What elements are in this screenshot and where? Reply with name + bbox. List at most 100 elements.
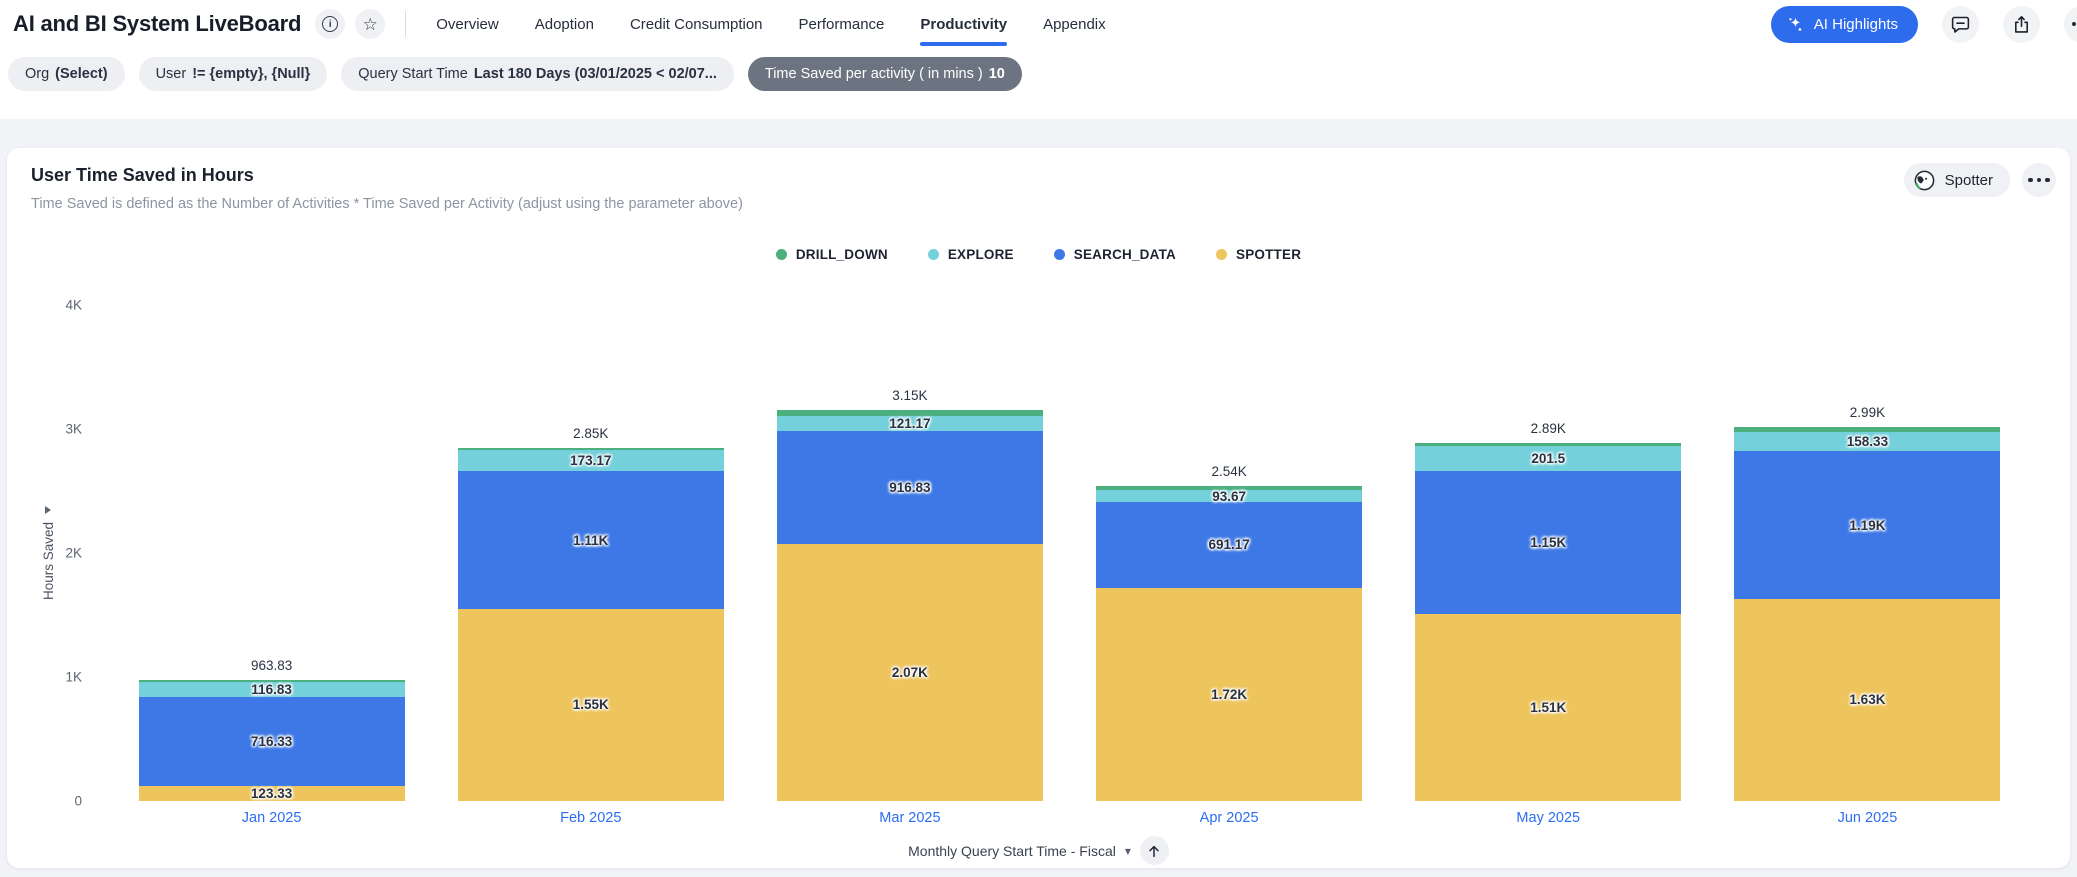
bar-group: 3.15K 121.17916.832.07K xyxy=(750,305,1069,801)
x-axis-label[interactable]: Jun 2025 xyxy=(1708,810,2027,826)
legend-item-drill-down[interactable]: DRILL_DOWN xyxy=(776,247,888,262)
y-tick: 2K xyxy=(27,546,82,561)
bar-group: 2.89K 201.5 1.15K1.51K xyxy=(1389,305,1708,801)
bar-segment-search_data[interactable]: 916.83 xyxy=(777,431,1043,545)
legend-item-search-data[interactable]: SEARCH_DATA xyxy=(1054,247,1176,262)
more-options-button[interactable] xyxy=(2064,6,2077,43)
liveboard-tabs: Overview Adoption Credit Consumption Per… xyxy=(436,0,1105,48)
chip-label: Time Saved per activity ( in mins ) xyxy=(765,66,983,82)
legend-item-spotter[interactable]: SPOTTER xyxy=(1216,247,1301,262)
filter-chip-org[interactable]: Org (Select) xyxy=(8,57,125,91)
bar-segment-label: 716.33 xyxy=(251,734,292,749)
page-content: User Time Saved in Hours Time Saved is d… xyxy=(0,119,2077,877)
bar-segment-explore[interactable]: 158.33 xyxy=(1734,432,2000,452)
share-button[interactable] xyxy=(2003,6,2040,43)
tab-appendix[interactable]: Appendix xyxy=(1043,0,1106,48)
tab-productivity[interactable]: Productivity xyxy=(920,0,1007,48)
bar-segment-label: 691.17 xyxy=(1208,537,1249,552)
bar-segment-search_data[interactable]: 1.15K xyxy=(1415,471,1681,614)
ai-highlights-button[interactable]: AI Highlights xyxy=(1771,6,1918,43)
legend-label: EXPLORE xyxy=(948,247,1014,262)
sort-ascending-button[interactable] xyxy=(1140,836,1169,865)
x-axis-label[interactable]: Feb 2025 xyxy=(431,810,750,826)
chip-value: Last 180 Days (03/01/2025 < 02/07... xyxy=(474,66,717,82)
spotter-label: Spotter xyxy=(1945,172,1993,189)
bar-segment-explore[interactable]: 201.5 xyxy=(1415,446,1681,471)
spotter-button[interactable]: Spotter xyxy=(1904,163,2010,197)
bar-segment-label: 173.17 xyxy=(570,453,611,468)
chip-label: Org xyxy=(25,66,49,82)
bar-segment-explore[interactable]: 93.67 xyxy=(1096,490,1362,502)
x-axis-control-label[interactable]: Monthly Query Start Time - Fiscal xyxy=(908,843,1116,859)
bar-segment-spotter[interactable]: 123.33 xyxy=(139,786,405,801)
favorite-button[interactable]: ☆ xyxy=(355,9,385,39)
parameter-chip-time-saved[interactable]: Time Saved per activity ( in mins ) 10 xyxy=(748,57,1022,91)
x-axis-label[interactable]: Jan 2025 xyxy=(112,810,431,826)
y-tick: 3K xyxy=(27,422,82,437)
bar-segment-search_data[interactable]: 1.19K xyxy=(1734,451,2000,599)
bar-total-label: 963.83 xyxy=(251,658,292,673)
bar-total-label: 2.85K xyxy=(573,426,608,441)
x-axis-label[interactable]: Mar 2025 xyxy=(750,810,1069,826)
comment-icon xyxy=(1950,14,1971,35)
legend-dot xyxy=(1054,249,1065,260)
share-icon xyxy=(2011,14,2032,35)
top-bar: AI and BI System LiveBoard i ☆ Overview … xyxy=(0,0,2077,48)
bar-total-label: 2.99K xyxy=(1850,405,1885,420)
filter-bar: Org (Select) User != {empty}, {Null} Que… xyxy=(0,48,2077,119)
chart-card: User Time Saved in Hours Time Saved is d… xyxy=(7,148,2070,868)
ellipsis-icon xyxy=(2028,178,2050,183)
top-bar-actions: AI Highlights xyxy=(1771,6,2061,43)
bar-segment-spotter[interactable]: 1.51K xyxy=(1415,614,1681,801)
plot-area: 963.83 116.83 716.33 123.33 2.85K 173.17 1.11K… xyxy=(112,305,2027,801)
bar-total-label: 2.89K xyxy=(1531,421,1566,436)
tab-performance[interactable]: Performance xyxy=(799,0,885,48)
spotter-dog-icon xyxy=(1913,169,1936,192)
bar-segment-search_data[interactable]: 716.33 xyxy=(139,697,405,786)
tab-adoption[interactable]: Adoption xyxy=(535,0,594,48)
bar-segment-explore[interactable]: 173.17 xyxy=(458,450,724,471)
tab-credit-consumption[interactable]: Credit Consumption xyxy=(630,0,763,48)
x-axis-labels: Jan 2025Feb 2025Mar 2025Apr 2025May 2025… xyxy=(112,810,2027,826)
page-title: AI and BI System LiveBoard xyxy=(13,11,301,37)
legend-dot xyxy=(776,249,787,260)
legend-label: SPOTTER xyxy=(1236,247,1301,262)
bar-segment-spotter[interactable]: 2.07K xyxy=(777,544,1043,801)
bar-segment-label: 93.67 xyxy=(1212,489,1246,504)
chevron-down-icon[interactable]: ▾ xyxy=(1125,844,1131,858)
bar-stack: 93.67 691.17 1.72K xyxy=(1096,486,1362,801)
bar-segment-label: 201.5 xyxy=(1531,451,1565,466)
card-more-button[interactable] xyxy=(2022,163,2056,197)
chip-value: 10 xyxy=(989,66,1005,82)
bar-group: 2.54K93.67691.171.72K xyxy=(1070,305,1389,801)
bar-stack: 201.5 1.15K1.51K xyxy=(1415,443,1681,801)
filter-chip-user[interactable]: User != {empty}, {Null} xyxy=(139,57,328,91)
bar-segment-spotter[interactable]: 1.72K xyxy=(1096,588,1362,801)
tab-overview[interactable]: Overview xyxy=(436,0,499,48)
bar-segment-spotter[interactable]: 1.63K xyxy=(1734,599,2000,801)
comments-button[interactable] xyxy=(1942,6,1979,43)
legend-item-explore[interactable]: EXPLORE xyxy=(928,247,1014,262)
bar-segment-search_data[interactable]: 1.11K xyxy=(458,471,724,609)
y-tick: 0 xyxy=(27,794,82,809)
ai-highlights-label: AI Highlights xyxy=(1814,16,1898,33)
x-axis-label[interactable]: Apr 2025 xyxy=(1070,810,1389,826)
bar-segment-explore[interactable]: 116.83 xyxy=(139,682,405,696)
divider xyxy=(405,11,406,37)
bar-segment-label: 158.33 xyxy=(1847,434,1888,449)
bar-total-label: 3.15K xyxy=(892,388,927,403)
y-tick: 1K xyxy=(27,670,82,685)
x-axis-label[interactable]: May 2025 xyxy=(1389,810,1708,826)
bar-stack: 121.17916.832.07K xyxy=(777,410,1043,801)
bar-group: 963.83 116.83 716.33 123.33 xyxy=(112,305,431,801)
info-button[interactable]: i xyxy=(315,9,345,39)
bar-segment-search_data[interactable]: 691.17 xyxy=(1096,502,1362,588)
chip-label: User xyxy=(156,66,187,82)
sparkle-icon xyxy=(1786,15,1805,34)
bar-segment-label: 116.83 xyxy=(251,682,292,697)
bar-segment-spotter[interactable]: 1.55K xyxy=(458,609,724,801)
bar-segment-explore[interactable]: 121.17 xyxy=(777,416,1043,431)
chart-legend: DRILL_DOWN EXPLORE SEARCH_DATA SPOTTER xyxy=(7,247,2070,262)
bar-segment-label: 1.11K xyxy=(573,533,608,548)
filter-chip-query-start-time[interactable]: Query Start Time Last 180 Days (03/01/20… xyxy=(341,57,734,91)
